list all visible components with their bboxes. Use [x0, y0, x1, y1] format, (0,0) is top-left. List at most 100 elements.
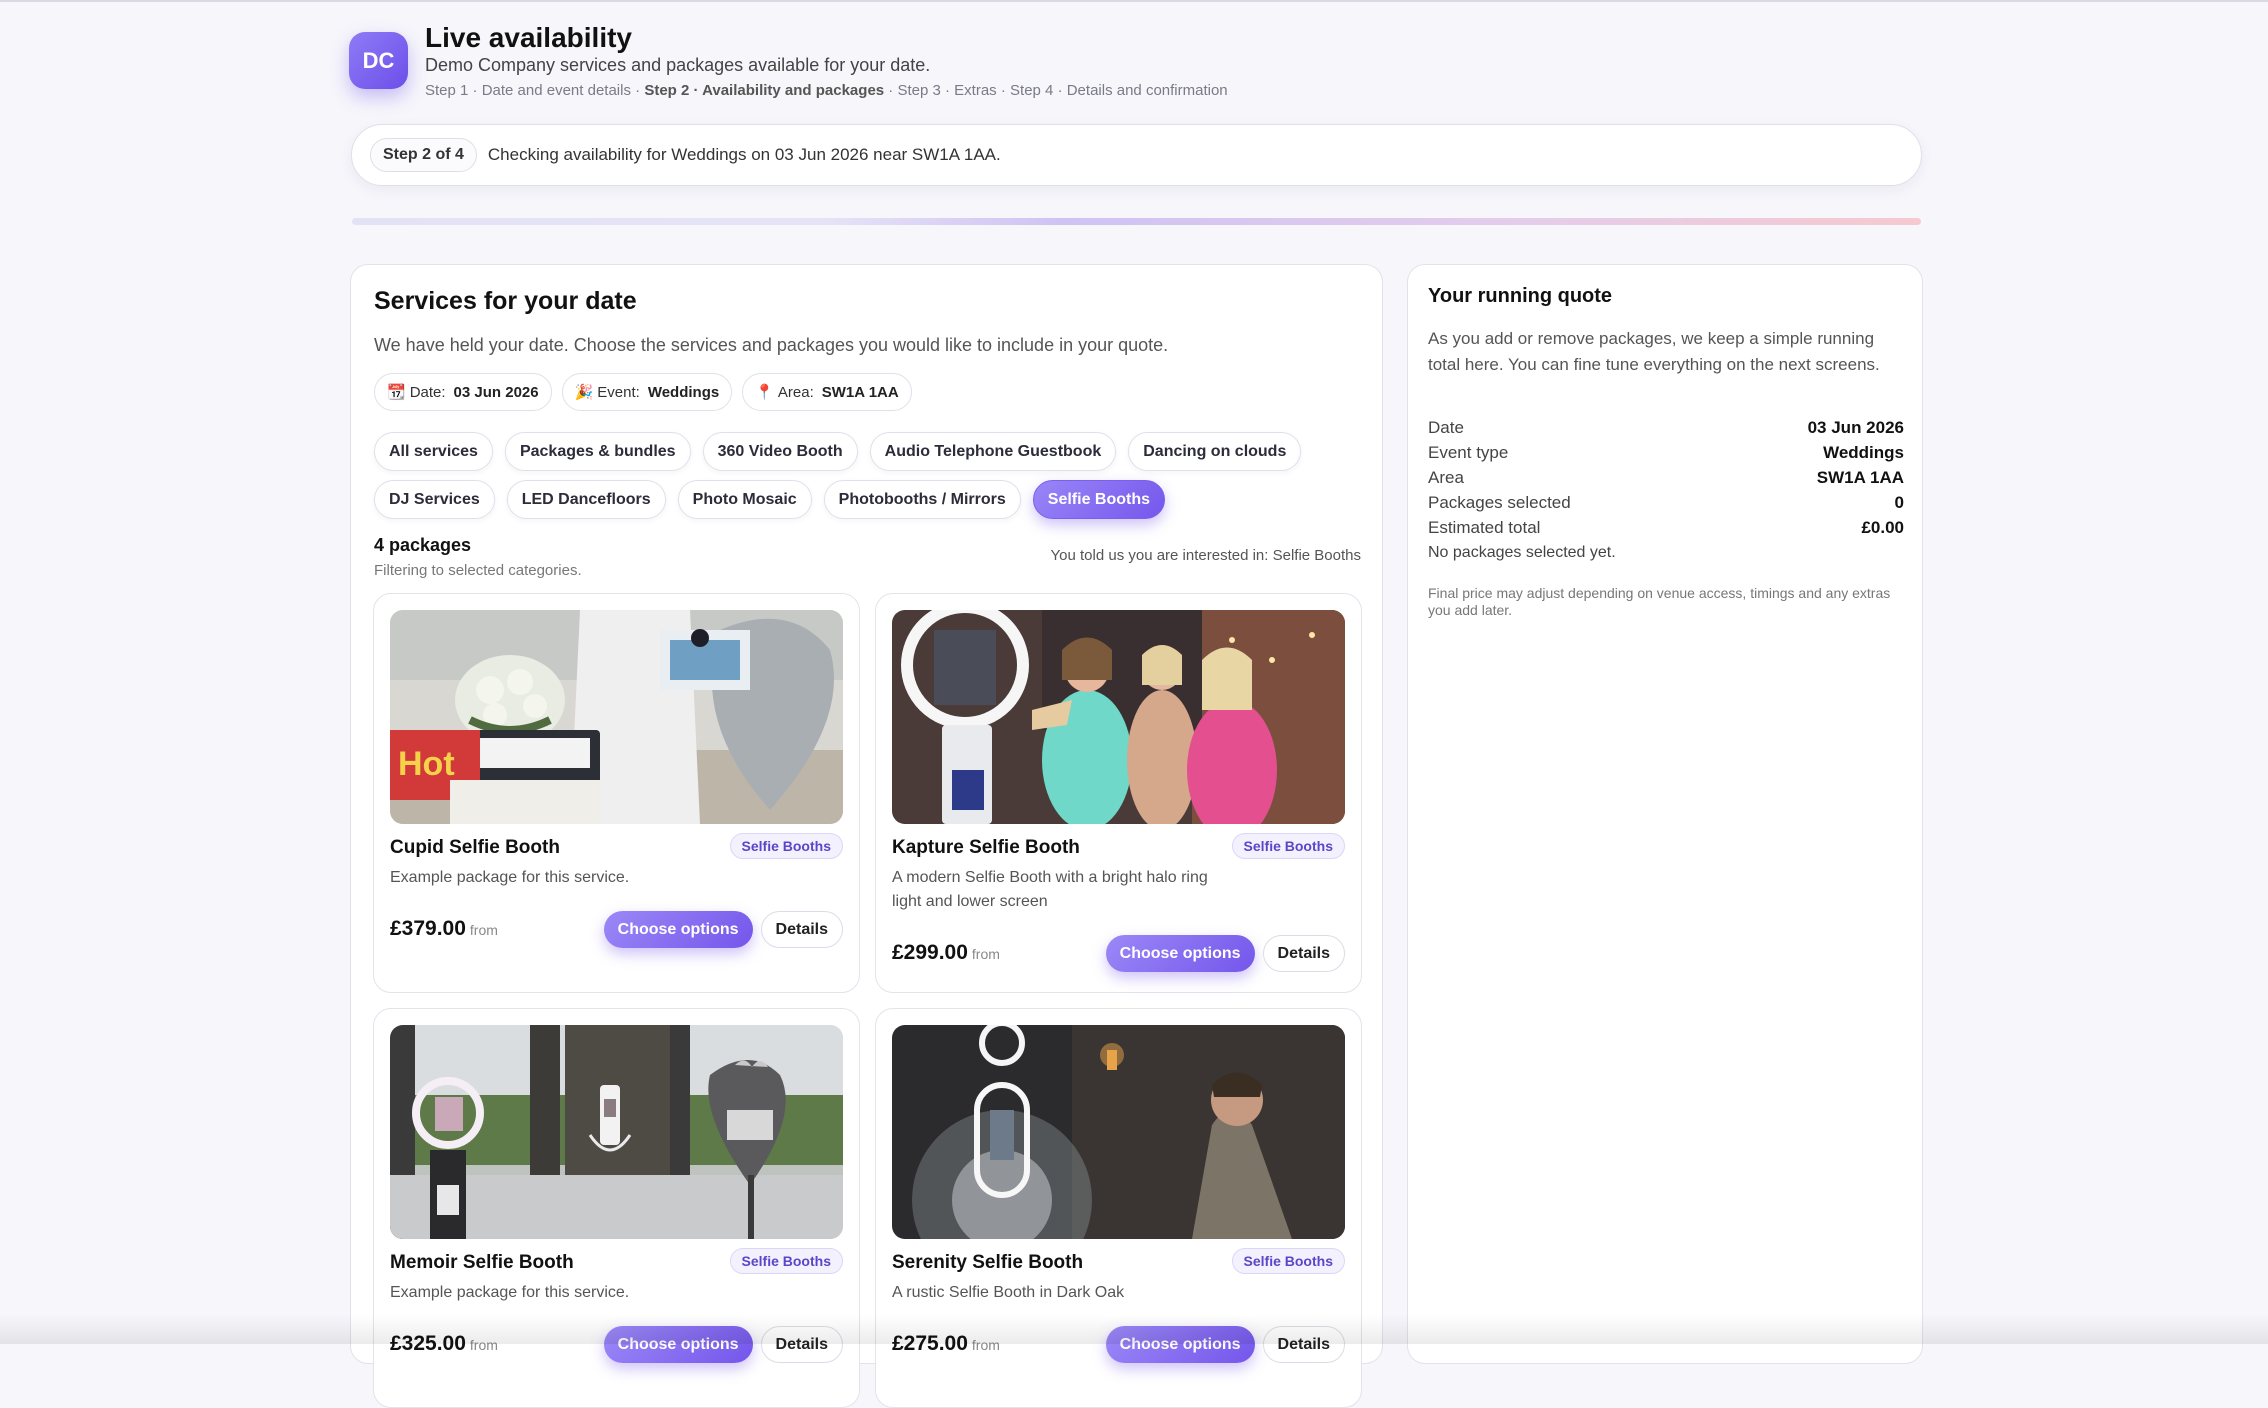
- quote-row-date: Date 03 Jun 2026: [1428, 415, 1904, 440]
- party-popper-icon: 🎉: [574, 384, 594, 401]
- area-chip: 📍 Area: SW1A 1AA: [742, 373, 912, 411]
- quote-description: As you add or remove packages, we keep a…: [1428, 329, 1880, 374]
- progress-bar: [352, 218, 1921, 225]
- package-actions: Choose options Details: [1105, 1326, 1345, 1363]
- quote-title: Your running quote: [1428, 285, 1613, 307]
- quote-row-label: Estimated total: [1428, 517, 1541, 537]
- date-chip-value: 03 Jun 2026: [453, 383, 539, 401]
- quote-row-estimated-total: Estimated total £0.00: [1428, 515, 1904, 540]
- quote-row-value: Weddings: [1823, 442, 1904, 462]
- category-photobooths-mirrors[interactable]: Photobooths / Mirrors: [823, 480, 1021, 519]
- quote-summary: Date 03 Jun 2026 Event type Weddings Area S…: [1428, 415, 1904, 540]
- quote-row-value: £0.00: [1861, 517, 1904, 537]
- price-from-label: from: [469, 922, 498, 938]
- page-title: Live availability: [425, 22, 632, 53]
- category-filter-row-1: All services Packages & bundles 360 Vide…: [374, 432, 1302, 471]
- package-image-memoir: [390, 1025, 843, 1239]
- package-category-badge: Selfie Booths: [1231, 1248, 1345, 1274]
- package-name: Cupid Selfie Booth: [390, 837, 560, 858]
- package-image-serenity: [892, 1025, 1345, 1239]
- step-separator: ·: [884, 82, 898, 99]
- package-card: Kapture Selfie Booth Selfie Booths A mod…: [875, 593, 1362, 993]
- category-photo-mosaic[interactable]: Photo Mosaic: [677, 480, 812, 519]
- package-price: £299.00 from: [892, 941, 1000, 965]
- calendar-icon: 📆: [387, 384, 406, 401]
- category-audio-telephone-guestbook[interactable]: Audio Telephone Guestbook: [869, 432, 1117, 471]
- step-3-label: Step 3 · Extras: [897, 82, 997, 99]
- category-dj-services[interactable]: DJ Services: [374, 480, 495, 519]
- category-selfie-booths[interactable]: Selfie Booths: [1032, 480, 1166, 519]
- quote-empty-note: No packages selected yet.: [1428, 544, 1616, 561]
- details-button[interactable]: Details: [1262, 1326, 1345, 1363]
- quote-row-label: Date: [1428, 417, 1464, 437]
- event-chip-value: Weddings: [647, 383, 720, 401]
- details-button[interactable]: Details: [760, 911, 843, 948]
- package-category-badge: Selfie Booths: [729, 833, 843, 859]
- quote-row-value: 03 Jun 2026: [1807, 417, 1904, 437]
- services-panel: Services for your date We have held your…: [350, 264, 1383, 1408]
- package-description: Example package for this service.: [390, 869, 630, 886]
- company-logo: DC: [349, 32, 408, 89]
- top-border: [0, 0, 2268, 2]
- package-actions: Choose options Details: [1105, 935, 1345, 972]
- step-separator: ·: [996, 82, 1011, 99]
- quote-row-value: 0: [1894, 492, 1904, 512]
- category-led-dancefloors[interactable]: LED Dancefloors: [506, 480, 666, 519]
- package-actions: Choose options Details: [603, 1326, 843, 1363]
- quote-row-label: Packages selected: [1428, 492, 1571, 512]
- choose-options-button[interactable]: Choose options: [603, 1326, 753, 1363]
- package-price: £379.00 from: [390, 917, 498, 941]
- package-price-value: £379.00: [390, 917, 466, 940]
- package-image-kapture: [892, 610, 1345, 824]
- package-card: Memoir Selfie Booth Selfie Booths Exampl…: [373, 1008, 860, 1408]
- category-dancing-on-clouds[interactable]: Dancing on clouds: [1128, 432, 1302, 471]
- location-pin-icon: 📍: [755, 384, 774, 401]
- step-breadcrumb: Step 1 · Date and event details · Step 2…: [425, 82, 1228, 99]
- date-chip: 📆 Date: 03 Jun 2026: [374, 373, 552, 411]
- step-status-bar: Step 2 of 4 Checking availability for We…: [351, 124, 1922, 186]
- details-button[interactable]: Details: [760, 1326, 843, 1363]
- choose-options-button[interactable]: Choose options: [603, 911, 753, 948]
- event-info-row: 📆 Date: 03 Jun 2026 🎉 Event: Weddings 📍 …: [374, 373, 912, 411]
- event-chip-label: Event:: [597, 383, 640, 401]
- event-chip: 🎉 Event: Weddings: [561, 373, 733, 411]
- step-2-label: Step 2 · Availability and packages: [644, 82, 885, 99]
- step-separator: ·: [630, 82, 645, 99]
- package-price: £275.00 from: [892, 1332, 1000, 1356]
- package-card: Hot Cupid Selfie Booth Selfie Booths Exa…: [373, 593, 860, 993]
- quote-row-packages-selected: Packages selected 0: [1428, 490, 1904, 515]
- interest-note: You told us you are interested in: Selfi…: [1050, 547, 1361, 564]
- availability-status-text: Checking availability for Weddings on 03…: [487, 145, 1001, 164]
- category-all-services[interactable]: All services: [374, 432, 493, 471]
- category-packages-bundles[interactable]: Packages & bundles: [504, 432, 691, 471]
- category-360-video-booth[interactable]: 360 Video Booth: [702, 432, 858, 471]
- price-from-label: from: [469, 1337, 498, 1353]
- step-counter-pill: Step 2 of 4: [370, 138, 477, 172]
- area-chip-label: Area:: [777, 383, 814, 401]
- quote-footnote: Final price may adjust depending on venu…: [1428, 585, 1891, 618]
- step-4-label: Step 4 · Details and confirmation: [1010, 82, 1228, 99]
- details-button[interactable]: Details: [1262, 935, 1345, 972]
- choose-options-button[interactable]: Choose options: [1105, 1326, 1255, 1363]
- quote-row-label: Area: [1428, 467, 1464, 487]
- package-description: A rustic Selfie Booth in Dark Oak: [892, 1284, 1125, 1301]
- quote-row-value: SW1A 1AA: [1816, 467, 1904, 487]
- package-description: Example package for this service.: [390, 1284, 630, 1301]
- date-chip-label: Date:: [409, 383, 446, 401]
- quote-row-area: Area SW1A 1AA: [1428, 465, 1904, 490]
- package-name: Serenity Selfie Booth: [892, 1252, 1084, 1273]
- choose-options-button[interactable]: Choose options: [1105, 935, 1255, 972]
- package-name: Memoir Selfie Booth: [390, 1252, 574, 1273]
- package-price-value: £299.00: [892, 941, 968, 964]
- package-image-cupid: Hot: [390, 610, 843, 824]
- category-filter-row-2: DJ Services LED Dancefloors Photo Mosaic…: [374, 480, 1166, 519]
- price-from-label: from: [971, 1337, 1000, 1353]
- package-description: A modern Selfie Booth with a bright halo…: [892, 869, 1208, 910]
- step-1-label: Step 1 · Date and event details: [425, 82, 631, 99]
- price-from-label: from: [971, 946, 1000, 962]
- quote-row-event-type: Event type Weddings: [1428, 440, 1904, 465]
- package-actions: Choose options Details: [603, 911, 843, 948]
- package-category-badge: Selfie Booths: [1231, 833, 1345, 859]
- package-card: Serenity Selfie Booth Selfie Booths A ru…: [875, 1008, 1362, 1408]
- running-quote-panel: Your running quote As you add or remove …: [1407, 264, 1923, 1364]
